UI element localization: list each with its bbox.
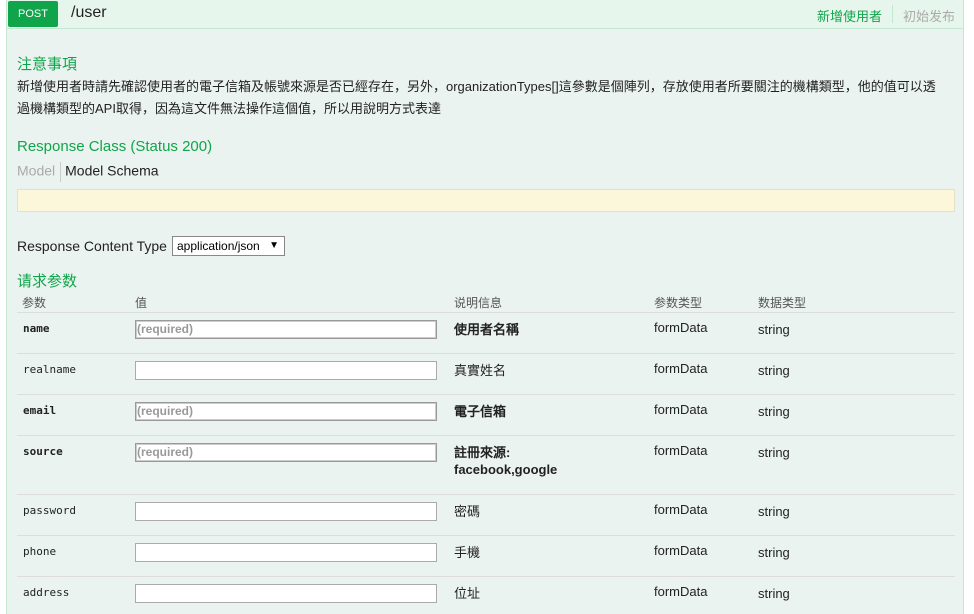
table-row: address 位址 formData string (17, 577, 955, 614)
column-header-param: 参数 (22, 296, 47, 310)
dropdown-arrow-icon: ▼ (269, 240, 279, 251)
input-placeholder: (required) (137, 404, 194, 418)
param-type: formData (654, 320, 708, 335)
endpoint-path[interactable]: /user (71, 4, 107, 22)
heading-divider (892, 5, 893, 23)
table-row: name (required) 使用者名稱 formData string (17, 313, 955, 354)
column-header-data-type: 数据类型 (758, 296, 807, 310)
page-right-gutter (964, 0, 974, 614)
param-type: formData (654, 443, 708, 458)
table-row: source (required) 註冊來源: facebook,google … (17, 436, 955, 495)
tab-divider (60, 162, 62, 182)
tab-model-schema[interactable]: Model Schema (65, 163, 158, 179)
param-type: formData (654, 502, 708, 517)
param-description: 密碼 (454, 504, 481, 519)
input-placeholder: (required) (137, 445, 194, 459)
operation-heading[interactable]: POST /user 新增使用者 初始发布 (7, 0, 963, 29)
table-row: email (required) 電子信箱 formData string (17, 395, 955, 436)
param-type: formData (654, 543, 708, 558)
model-schema-box (17, 189, 955, 212)
param-type: formData (654, 402, 708, 417)
parameters-heading: 请求参数 (17, 273, 78, 290)
notes-text: 新增使用者時請先確認使用者的電子信箱及帳號來源是否已經存在，另外，organiz… (17, 79, 936, 116)
notes-heading: 注意事項 (17, 56, 78, 73)
column-header-description: 说明信息 (454, 296, 503, 310)
param-description: 手機 (454, 545, 481, 560)
param-data-type: string (758, 363, 790, 378)
param-description: 電子信箱 (454, 404, 507, 419)
param-description: 真實姓名 (454, 363, 507, 378)
param-data-type: string (758, 322, 790, 337)
param-input-name[interactable]: (required) (135, 320, 437, 339)
param-input-phone[interactable] (135, 543, 437, 562)
response-content-type-label: Response Content Type (17, 238, 167, 254)
operation-tag-link[interactable]: 初始发布 (903, 6, 955, 25)
table-row: phone 手機 formData string (17, 536, 955, 577)
param-data-type: string (758, 504, 790, 519)
column-header-value: 值 (135, 296, 148, 310)
param-name: realname (23, 363, 76, 376)
http-method-badge[interactable]: POST (8, 1, 58, 27)
param-type: formData (654, 584, 708, 599)
param-description: 使用者名稱 (454, 322, 520, 337)
table-row: realname 真實姓名 formData string (17, 354, 955, 395)
param-input-password[interactable] (135, 502, 437, 521)
response-class-heading: Response Class (Status 200) (17, 138, 213, 155)
select-value: application/json (177, 239, 260, 253)
param-name: source (23, 445, 63, 458)
param-data-type: string (758, 545, 790, 560)
param-description: 位址 (454, 586, 481, 601)
param-input-email[interactable]: (required) (135, 402, 437, 421)
param-name: email (23, 404, 57, 417)
param-input-realname[interactable] (135, 361, 437, 380)
param-name: password (23, 504, 76, 517)
table-row: password 密碼 formData string (17, 495, 955, 536)
model-tabs: Model Model Schema (17, 162, 159, 182)
param-name: name (23, 322, 50, 335)
param-input-address[interactable] (135, 584, 437, 603)
param-data-type: string (758, 404, 790, 419)
param-name: address (23, 586, 70, 599)
param-name: phone (23, 545, 57, 558)
input-placeholder: (required) (137, 322, 194, 336)
param-input-source[interactable]: (required) (135, 443, 437, 462)
param-type: formData (654, 361, 708, 376)
tab-model[interactable]: Model (17, 163, 55, 179)
param-data-type: string (758, 586, 790, 601)
response-content-type-select[interactable]: application/json ▼ (172, 236, 285, 256)
param-data-type: string (758, 445, 790, 460)
operation-summary-link[interactable]: 新增使用者 (817, 6, 882, 25)
operation-panel: POST /user 新增使用者 初始发布 注意事項 新增使用者時請先確認使用者… (6, 0, 964, 614)
param-description: 註冊來源: facebook,google (454, 445, 558, 477)
column-header-param-type: 参数类型 (654, 296, 703, 310)
